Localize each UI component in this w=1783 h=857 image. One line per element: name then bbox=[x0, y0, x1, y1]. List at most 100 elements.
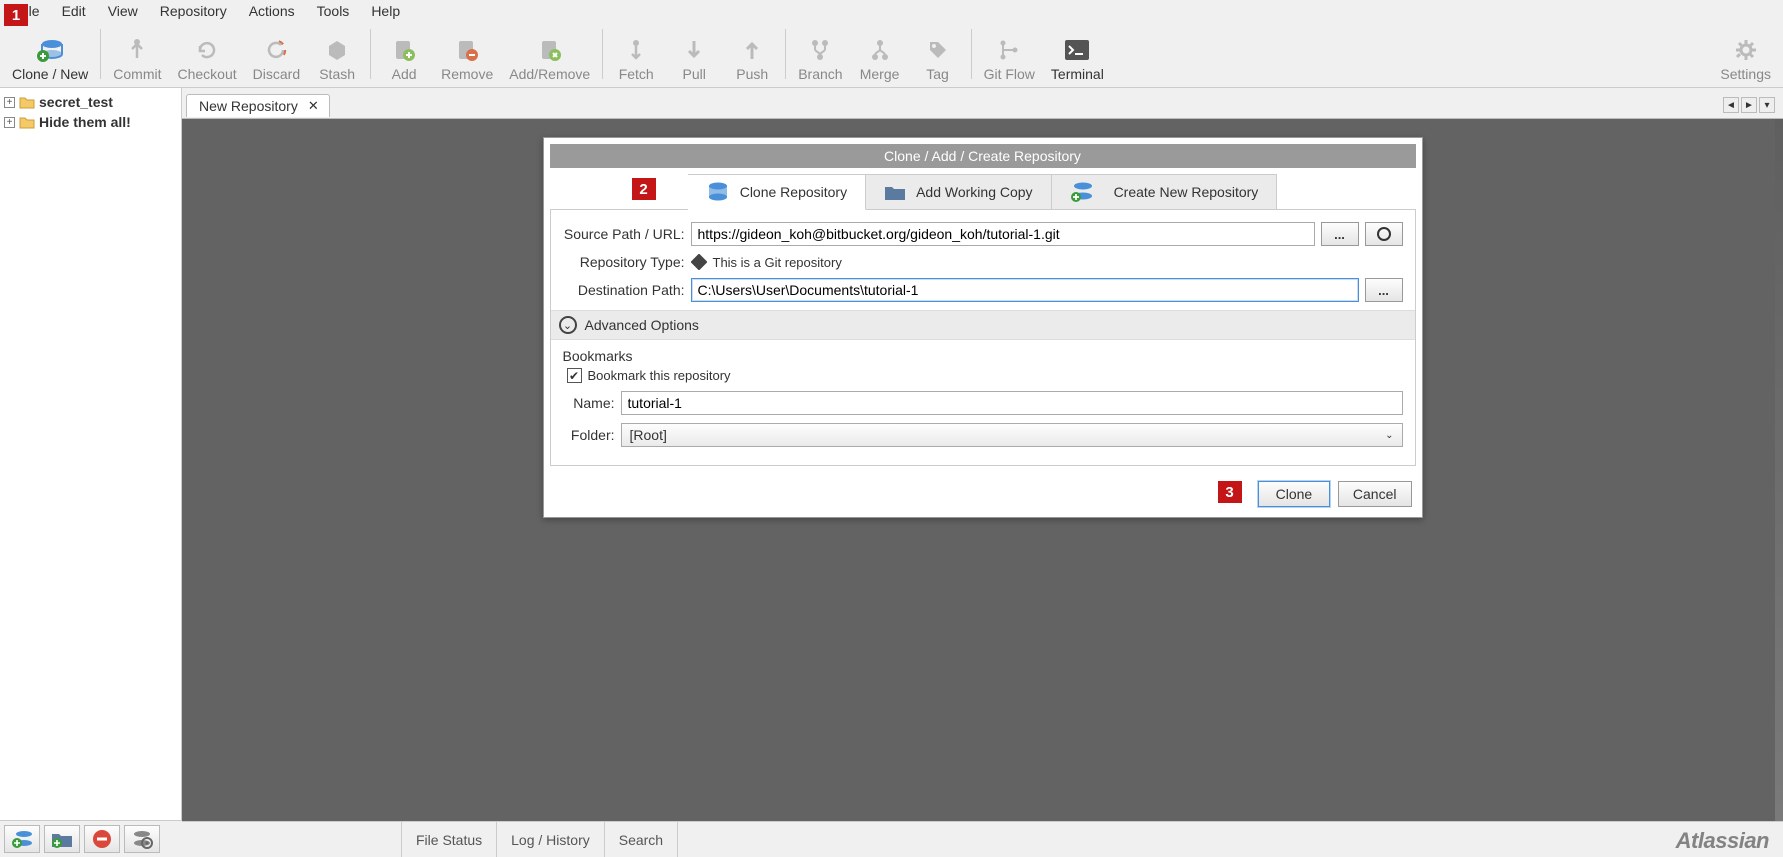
dialog-tab-clone-label: Clone Repository bbox=[740, 184, 847, 200]
toolbar-add-label: Add bbox=[392, 66, 417, 82]
gitflow-icon bbox=[995, 36, 1023, 64]
add-repo-button[interactable] bbox=[4, 825, 40, 853]
dialog-tab-clone[interactable]: Clone Repository bbox=[688, 174, 866, 210]
toolbar-gitflow[interactable]: Git Flow bbox=[976, 34, 1043, 84]
toolbar-push[interactable]: Push bbox=[723, 34, 781, 84]
bookmark-name-label: Name: bbox=[563, 395, 615, 411]
dialog-tabs: 2 Clone Repository Add Working Copy Crea… bbox=[550, 174, 1416, 210]
toolbar-add-remove[interactable]: Add/Remove bbox=[501, 34, 598, 84]
add-folder-button[interactable] bbox=[44, 825, 80, 853]
status-empty-cell bbox=[182, 822, 402, 857]
toolbar-divider bbox=[785, 29, 786, 79]
toolbar-remove[interactable]: Remove bbox=[433, 34, 501, 84]
menu-tools[interactable]: Tools bbox=[308, 1, 359, 21]
sidebar-item-label: Hide them all! bbox=[39, 114, 131, 130]
toolbar-settings-label: Settings bbox=[1720, 66, 1771, 82]
toolbar-remove-label: Remove bbox=[441, 66, 493, 82]
tabstrip: New Repository ✕ ◄ ► ▾ bbox=[182, 88, 1783, 118]
database-plus-icon bbox=[1070, 181, 1094, 203]
close-icon[interactable]: ✕ bbox=[306, 98, 321, 114]
settings-icon bbox=[1732, 36, 1760, 64]
remove-repo-button[interactable] bbox=[84, 825, 120, 853]
dialog-tab-create-new[interactable]: Create New Repository bbox=[1052, 174, 1278, 210]
status-tab-file-status[interactable]: File Status bbox=[402, 822, 497, 857]
toolbar-terminal-label: Terminal bbox=[1051, 66, 1104, 82]
expand-icon[interactable]: + bbox=[4, 97, 15, 108]
toolbar-terminal[interactable]: Terminal bbox=[1043, 34, 1112, 84]
repo-settings-button[interactable] bbox=[124, 825, 160, 853]
dialog-body: Source Path / URL: ... Repository Type: … bbox=[550, 209, 1416, 466]
sidebar-actions bbox=[0, 820, 182, 857]
bookmark-folder-select[interactable]: [Root] ⌄ bbox=[621, 423, 1403, 447]
sidebar: + secret_test + Hide them all! bbox=[0, 88, 182, 821]
toolbar-tag[interactable]: Tag bbox=[909, 34, 967, 84]
folder-icon bbox=[19, 115, 35, 129]
toolbar-clone-new[interactable]: Clone / New bbox=[4, 34, 96, 84]
toolbar-pull[interactable]: Pull bbox=[665, 34, 723, 84]
toolbar-merge[interactable]: Merge bbox=[851, 34, 909, 84]
chevron-down-icon: ⌄ bbox=[559, 316, 577, 334]
toolbar-branch-label: Branch bbox=[798, 66, 842, 82]
menu-edit[interactable]: Edit bbox=[53, 1, 95, 21]
toolbar-merge-label: Merge bbox=[860, 66, 900, 82]
advanced-options-header[interactable]: ⌄ Advanced Options bbox=[551, 310, 1415, 340]
dialog-tab-add-working-copy[interactable]: Add Working Copy bbox=[866, 174, 1051, 210]
browse-source-button[interactable]: ... bbox=[1321, 222, 1359, 246]
tab-nav-menu[interactable]: ▾ bbox=[1759, 97, 1775, 113]
commit-icon bbox=[123, 36, 151, 64]
toolbar-checkout[interactable]: Checkout bbox=[170, 34, 245, 84]
browse-dest-button[interactable]: ... bbox=[1365, 278, 1403, 302]
terminal-icon bbox=[1063, 36, 1091, 64]
status-tab-search[interactable]: Search bbox=[605, 822, 678, 857]
toolbar-divider bbox=[100, 29, 101, 79]
menu-bar: File Edit View Repository Actions Tools … bbox=[0, 0, 1783, 22]
toolbar-divider bbox=[370, 29, 371, 79]
bookmark-checkbox[interactable]: ✔ bbox=[567, 368, 582, 383]
bookmark-name-input[interactable] bbox=[621, 391, 1403, 415]
source-path-input[interactable] bbox=[691, 222, 1315, 246]
clone-button[interactable]: Clone bbox=[1258, 481, 1330, 507]
add-remove-icon bbox=[536, 36, 564, 64]
toolbar-add[interactable]: Add bbox=[375, 34, 433, 84]
menu-help[interactable]: Help bbox=[362, 1, 409, 21]
database-icon bbox=[706, 181, 730, 203]
menu-view[interactable]: View bbox=[99, 1, 147, 21]
bookmark-folder-value: [Root] bbox=[630, 427, 667, 443]
branch-icon bbox=[806, 36, 834, 64]
merge-icon bbox=[866, 36, 894, 64]
tab-nav-next[interactable]: ► bbox=[1741, 97, 1757, 113]
toolbar-branch[interactable]: Branch bbox=[790, 34, 850, 84]
scrollbar[interactable] bbox=[1775, 119, 1783, 821]
dialog-footer: 3 Clone Cancel bbox=[544, 473, 1422, 517]
sidebar-item-secret-test[interactable]: + secret_test bbox=[4, 92, 177, 112]
folder-icon bbox=[19, 95, 35, 109]
menu-actions[interactable]: Actions bbox=[240, 1, 304, 21]
toolbar-divider bbox=[602, 29, 603, 79]
status-tab-log-history[interactable]: Log / History bbox=[497, 822, 605, 857]
detect-type-button[interactable] bbox=[1365, 222, 1403, 246]
clone-new-icon bbox=[36, 36, 64, 64]
toolbar-discard-label: Discard bbox=[253, 66, 300, 82]
workarea: Clone / Add / Create Repository 2 Clone … bbox=[182, 118, 1783, 821]
toolbar-discard[interactable]: Discard bbox=[245, 34, 308, 84]
toolbar-commit-label: Commit bbox=[113, 66, 161, 82]
toolbar-commit[interactable]: Commit bbox=[105, 34, 169, 84]
sidebar-item-hide-them-all[interactable]: + Hide them all! bbox=[4, 112, 177, 132]
expand-icon[interactable]: + bbox=[4, 117, 15, 128]
tutorial-marker-2: 2 bbox=[632, 178, 656, 200]
menu-repository[interactable]: Repository bbox=[151, 1, 236, 21]
pull-icon bbox=[680, 36, 708, 64]
tab-label: New Repository bbox=[199, 98, 298, 114]
brand-logo: Atlassian bbox=[1676, 822, 1783, 857]
dest-path-input[interactable] bbox=[691, 278, 1359, 302]
toolbar-pull-label: Pull bbox=[683, 66, 706, 82]
toolbar-stash[interactable]: Stash bbox=[308, 34, 366, 84]
toolbar-settings[interactable]: Settings bbox=[1712, 34, 1779, 84]
toolbar-fetch[interactable]: Fetch bbox=[607, 34, 665, 84]
cancel-button[interactable]: Cancel bbox=[1338, 481, 1412, 507]
toolbar-divider bbox=[971, 29, 972, 79]
tab-nav-prev[interactable]: ◄ bbox=[1723, 97, 1739, 113]
toolbar-tag-label: Tag bbox=[926, 66, 949, 82]
tab-new-repository[interactable]: New Repository ✕ bbox=[186, 94, 330, 117]
source-path-label: Source Path / URL: bbox=[563, 226, 685, 242]
